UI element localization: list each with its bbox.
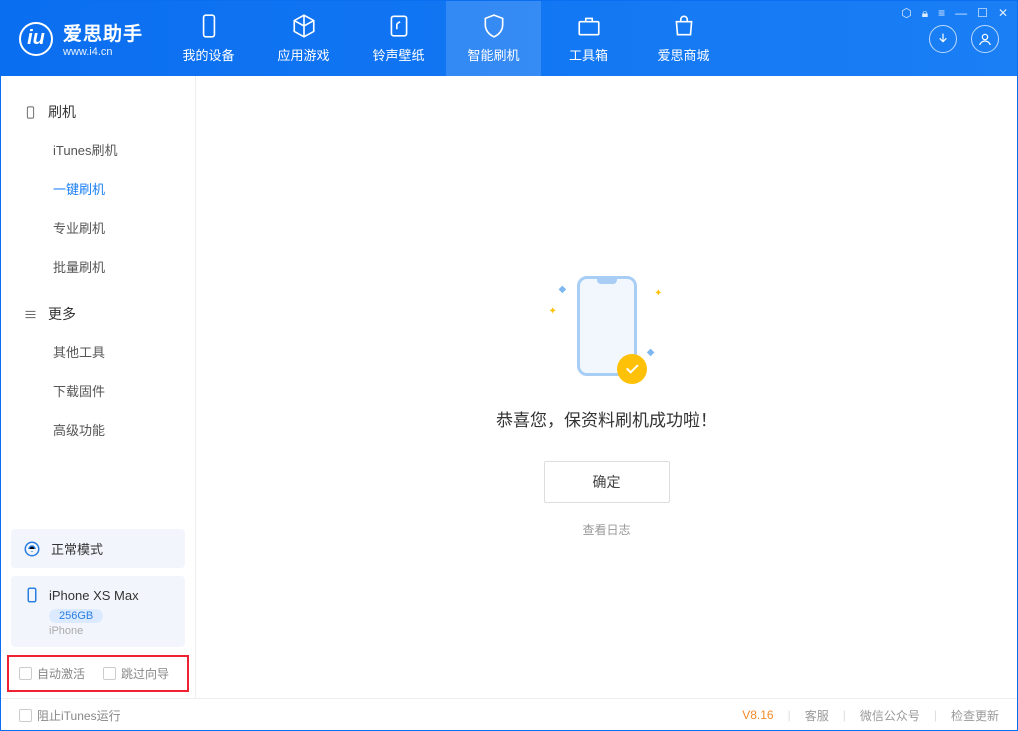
checkbox-label: 跳过向导 (121, 665, 169, 682)
maximize-icon[interactable]: ☐ (977, 6, 988, 21)
sidebar-head-more[interactable]: 更多 (1, 296, 195, 332)
options-highlight: 自动激活 跳过向导 (7, 655, 189, 692)
cube-icon (291, 13, 317, 39)
app-logo: iu 爱思助手 www.i4.cn (1, 1, 161, 76)
footer-update-link[interactable]: 检查更新 (951, 707, 999, 724)
sidebar-item-download-firmware[interactable]: 下载固件 (1, 371, 195, 410)
tab-smart-flash[interactable]: 智能刷机 (446, 1, 541, 76)
tab-label: 铃声壁纸 (373, 45, 425, 64)
footer-support-link[interactable]: 客服 (805, 707, 829, 724)
window-controls: ⬡ 🔒︎ ≡ — ☐ ✕ (901, 6, 1008, 21)
checkbox-label: 自动激活 (37, 665, 85, 682)
checkbox-icon (19, 667, 32, 680)
checkbox-icon (19, 709, 32, 722)
version-label: V8.16 (742, 708, 773, 722)
logo-icon: iu (19, 22, 53, 56)
ok-button[interactable]: 确定 (544, 461, 670, 503)
shield-icon (481, 13, 507, 39)
device-card[interactable]: iPhone XS Max 256GB iPhone (11, 576, 185, 647)
briefcase-icon (576, 13, 602, 39)
checkbox-icon (103, 667, 116, 680)
sync-icon (23, 540, 41, 558)
sidebar: 刷机 iTunes刷机 一键刷机 专业刷机 批量刷机 更多 其他工具 下载固件 … (1, 76, 196, 698)
minimize-icon[interactable]: — (955, 6, 967, 21)
close-icon[interactable]: ✕ (998, 6, 1008, 21)
tab-label: 我的设备 (183, 45, 235, 64)
list-icon (23, 307, 38, 322)
main-tabs: 我的设备 应用游戏 铃声壁纸 智能刷机 工具箱 爱思商城 (161, 1, 911, 76)
footer-wechat-link[interactable]: 微信公众号 (860, 707, 920, 724)
view-log-link[interactable]: 查看日志 (582, 521, 630, 538)
tab-label: 应用游戏 (278, 45, 330, 64)
tab-label: 智能刷机 (468, 45, 520, 64)
tab-label: 工具箱 (569, 45, 608, 64)
device-name-label: iPhone XS Max (49, 588, 139, 603)
device-storage-badge: 256GB (49, 609, 103, 623)
checkbox-skip-guide[interactable]: 跳过向导 (103, 665, 169, 682)
phone-small-icon (23, 586, 41, 604)
sidebar-group-more: 更多 其他工具 下载固件 高级功能 (1, 296, 195, 449)
mode-label: 正常模式 (51, 539, 103, 558)
main-content: ✦ ◆ ✦ ◆ 恭喜您，保资料刷机成功啦！ 确定 查看日志 (196, 76, 1017, 698)
sidebar-item-advanced[interactable]: 高级功能 (1, 410, 195, 449)
device-icon (23, 105, 38, 120)
sidebar-head-label: 刷机 (48, 102, 76, 122)
lock-icon[interactable]: 🔒︎ (922, 6, 928, 21)
checkbox-auto-activate[interactable]: 自动激活 (19, 665, 85, 682)
success-illustration: ✦ ◆ ✦ ◆ (577, 276, 637, 376)
tab-toolbox[interactable]: 工具箱 (541, 1, 636, 76)
tab-apps-games[interactable]: 应用游戏 (256, 1, 351, 76)
tab-my-device[interactable]: 我的设备 (161, 1, 256, 76)
mode-card[interactable]: 正常模式 (11, 529, 185, 568)
app-subtitle: www.i4.cn (63, 46, 143, 58)
sidebar-item-itunes-flash[interactable]: iTunes刷机 (1, 130, 195, 169)
checkbox-block-itunes[interactable]: 阻止iTunes运行 (19, 707, 121, 724)
phone-icon (196, 13, 222, 39)
menu-icon[interactable]: ≡ (938, 6, 945, 21)
shirt-icon[interactable]: ⬡ (901, 6, 911, 21)
sidebar-group-flash: 刷机 iTunes刷机 一键刷机 专业刷机 批量刷机 (1, 94, 195, 286)
tab-ringtones[interactable]: 铃声壁纸 (351, 1, 446, 76)
tab-label: 爱思商城 (658, 45, 710, 64)
sidebar-head-flash[interactable]: 刷机 (1, 94, 195, 130)
sidebar-item-pro-flash[interactable]: 专业刷机 (1, 208, 195, 247)
sidebar-item-other-tools[interactable]: 其他工具 (1, 332, 195, 371)
download-button[interactable] (929, 25, 957, 53)
success-message: 恭喜您，保资料刷机成功啦！ (496, 406, 717, 431)
check-badge-icon (617, 354, 647, 384)
music-icon (386, 13, 412, 39)
app-title: 爱思助手 (63, 19, 143, 46)
sidebar-item-oneclick-flash[interactable]: 一键刷机 (1, 169, 195, 208)
user-button[interactable] (971, 25, 999, 53)
sidebar-head-label: 更多 (48, 304, 76, 324)
bag-icon (671, 13, 697, 39)
header: iu 爱思助手 www.i4.cn 我的设备 应用游戏 铃声壁纸 智能刷机 工具… (1, 1, 1017, 76)
tab-store[interactable]: 爱思商城 (636, 1, 731, 76)
checkbox-label: 阻止iTunes运行 (37, 707, 121, 724)
footer: 阻止iTunes运行 V8.16 | 客服 | 微信公众号 | 检查更新 (1, 698, 1017, 731)
device-type-label: iPhone (49, 625, 173, 637)
sidebar-item-batch-flash[interactable]: 批量刷机 (1, 247, 195, 286)
